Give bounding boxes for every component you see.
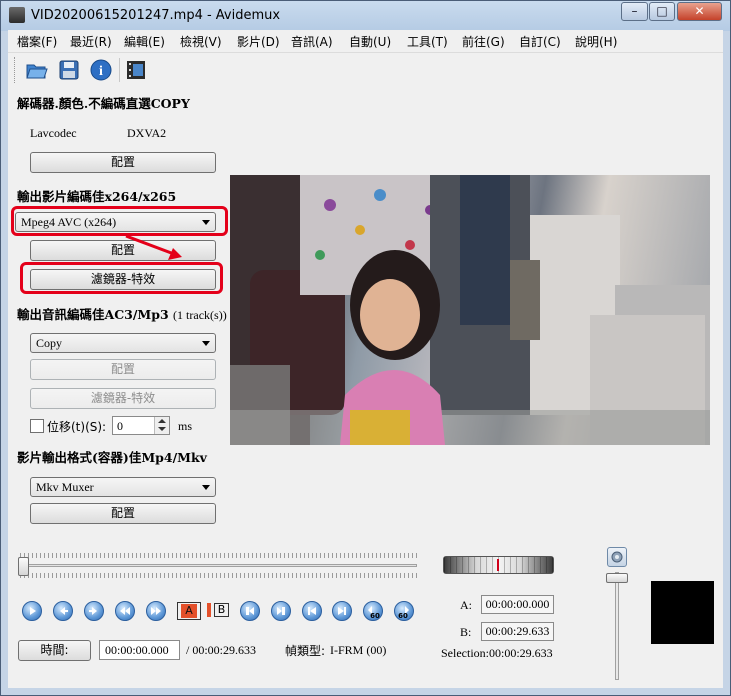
speaker-icon[interactable] (607, 547, 627, 567)
menu-file[interactable]: 檔案(F) (17, 33, 57, 50)
decoder-codec-label: Lavcodec (30, 126, 77, 140)
total-time: / 00:00:29.633 (186, 643, 257, 657)
close-button[interactable]: ✕ (677, 2, 722, 21)
maximize-button[interactable]: □ (649, 2, 675, 21)
toolbar-grip (14, 57, 17, 83)
menu-auto[interactable]: 自動(U) (349, 33, 391, 50)
audio-shift-label: 位移(t)(S): (47, 420, 107, 434)
set-marker-a-button[interactable]: A (177, 602, 201, 620)
audio-output-title: 輸出音訊編碼佳AC3/Mp3 (1 track(s)) (17, 304, 227, 323)
decoder-config-button[interactable]: 配置 (30, 152, 216, 173)
previous-keyframe-button[interactable] (115, 601, 135, 621)
audio-codec-select[interactable]: Copy (30, 333, 216, 353)
volume-track[interactable] (615, 572, 619, 680)
decoder-hw-label: DXVA2 (127, 126, 167, 140)
marker-b-value: 00:00:29.633 (481, 622, 554, 641)
marker-b-glyph: B (214, 603, 229, 617)
menu-audio[interactable]: 音訊(A) (291, 33, 333, 50)
audio-shift-value: 0 (117, 419, 123, 433)
menu-view[interactable]: 檢視(V) (180, 33, 222, 50)
marker-b-label: B: (460, 625, 472, 639)
muxer-config-button[interactable]: 配置 (30, 503, 216, 524)
menu-help[interactable]: 說明(H) (575, 33, 617, 50)
secondary-preview (651, 581, 714, 644)
goto-marker-b-button[interactable] (271, 601, 291, 621)
toolbar-separator (119, 58, 120, 82)
film-properties-icon[interactable] (124, 58, 148, 82)
timeline-thumb[interactable] (18, 557, 29, 576)
first-frame-button[interactable] (302, 601, 322, 621)
audio-shift-spinbox[interactable]: 0 (112, 416, 170, 435)
muxer-title: 影片輸出格式(容器)佳Mp4/Mkv (17, 450, 207, 465)
set-marker-b-button[interactable]: B (207, 602, 231, 620)
audio-shift-unit: ms (178, 419, 193, 433)
marker-a-glyph: A (181, 604, 197, 618)
marker-a-label: A: (460, 598, 472, 612)
selection-label: Selection: (441, 646, 489, 660)
previous-frame-button[interactable] (53, 601, 73, 621)
marker-a-value: 00:00:00.000 (481, 595, 554, 614)
info-icon[interactable]: i (89, 58, 113, 82)
last-frame-button[interactable] (332, 601, 352, 621)
video-codec-select[interactable]: Mpeg4 AVC (x264) (15, 212, 216, 232)
video-filters-button[interactable]: 濾鏡器-特效 (30, 269, 216, 290)
annotation-arrow-icon (125, 234, 182, 260)
jog-marker (497, 559, 499, 571)
next-frame-button[interactable] (84, 601, 104, 621)
chevron-down-icon (202, 485, 210, 490)
svg-text:60: 60 (370, 612, 380, 620)
svg-text:60: 60 (398, 612, 408, 620)
svg-text:i: i (99, 64, 103, 79)
window-title: VID20200615201247.mp4 - Avidemux (31, 8, 281, 23)
goto-marker-a-button[interactable] (240, 601, 260, 621)
time-button[interactable]: 時間: (18, 640, 91, 661)
audio-filters-button[interactable]: 濾鏡器-特效 (30, 388, 216, 409)
jog-wheel[interactable] (443, 556, 554, 574)
menu-video[interactable]: 影片(D) (237, 33, 280, 50)
muxer-value: Mkv Muxer (36, 480, 94, 494)
toolbar: i (8, 52, 723, 87)
current-time-field[interactable]: 00:00:00.000 (99, 640, 180, 660)
menu-bar: 檔案(F) 最近(R) 編輯(E) 檢視(V) 影片(D) 音訊(A) 自動(U… (8, 30, 723, 50)
video-output-title: 輸出影片編碼佳x264/x265 (17, 189, 177, 204)
muxer-select[interactable]: Mkv Muxer (30, 477, 216, 497)
open-folder-icon[interactable] (25, 58, 49, 82)
forward-60s-button[interactable]: 60 (394, 601, 414, 621)
title-bar[interactable]: VID20200615201247.mp4 - Avidemux – □ ✕ (1, 1, 730, 31)
frame-type-label: 幀類型: (285, 644, 326, 658)
frame-type-value: I-FRM (00) (330, 643, 387, 657)
selection-value: 00:00:29.633 (489, 646, 553, 660)
audio-config-button[interactable]: 配置 (30, 359, 216, 380)
back-60s-button[interactable]: 60 (363, 601, 383, 621)
timeline-track[interactable] (18, 551, 417, 581)
menu-tools[interactable]: 工具(T) (407, 33, 448, 50)
menu-edit[interactable]: 編輯(E) (124, 33, 165, 50)
chevron-down-icon (202, 220, 210, 225)
spin-down-icon[interactable] (158, 427, 166, 431)
audio-shift-checkbox[interactable] (30, 419, 44, 433)
volume-thumb[interactable] (606, 573, 628, 583)
minimize-button[interactable]: – (621, 2, 648, 21)
audio-track-count: (1 track(s)) (173, 308, 227, 322)
play-button[interactable] (22, 601, 42, 621)
audio-output-title-text: 輸出音訊編碼佳AC3/Mp3 (17, 307, 169, 322)
save-floppy-icon[interactable] (57, 58, 81, 82)
app-icon (9, 7, 25, 23)
decoder-section-title: 解碼器.顏色.不編碼直選COPY (17, 96, 190, 111)
chevron-down-icon (202, 341, 210, 346)
video-preview (230, 175, 710, 445)
menu-recent[interactable]: 最近(R) (70, 33, 112, 50)
menu-go[interactable]: 前往(G) (462, 33, 505, 50)
video-codec-value: Mpeg4 AVC (x264) (21, 215, 117, 229)
spin-up-icon[interactable] (158, 419, 166, 423)
menu-custom[interactable]: 自訂(C) (519, 33, 561, 50)
audio-codec-value: Copy (36, 336, 63, 350)
video-frame-image (230, 175, 710, 445)
next-keyframe-button[interactable] (146, 601, 166, 621)
